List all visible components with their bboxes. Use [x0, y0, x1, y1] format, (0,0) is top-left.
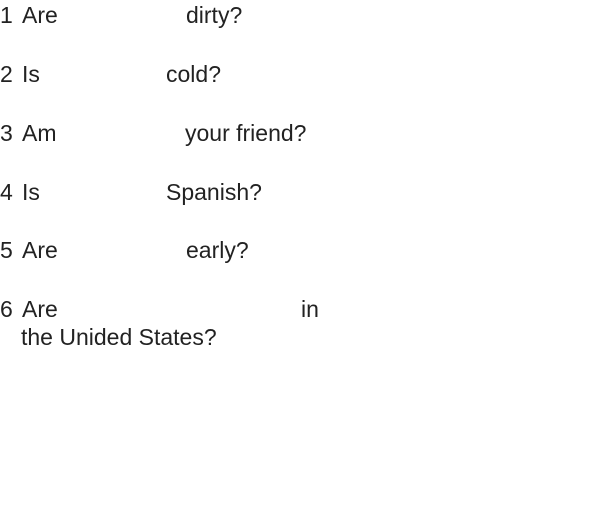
item-start-word: Are [22, 296, 58, 322]
item-start-word: Is [22, 179, 40, 205]
item-number: 6 [0, 296, 13, 322]
item-ending: dirty? [186, 2, 243, 28]
item-number: 5 [0, 237, 13, 263]
exercise-item: 3 Am your friend? [0, 119, 306, 147]
exercise-item: 6 Are in [0, 295, 319, 323]
item-ending: in [301, 296, 319, 322]
exercise-item: 1 Are dirty? [0, 1, 242, 29]
item-ending: your friend? [185, 120, 307, 146]
item-number: 1 [0, 2, 13, 28]
exercise-list: 1 Are dirty? 2 Is cold? 3 Am your friend? 4… [0, 0, 594, 532]
item-ending: early? [186, 237, 249, 263]
exercise-item: 4 Is Spanish? [0, 178, 262, 206]
item-number: 2 [0, 61, 13, 87]
exercise-item: 2 Is cold? [0, 60, 221, 88]
exercise-item: 5 Are early? [0, 236, 249, 264]
item-number: 4 [0, 179, 13, 205]
item-start-word: Are [22, 237, 58, 263]
item-start-word: Is [22, 61, 40, 87]
item-ending: cold? [166, 61, 221, 87]
item-number: 3 [0, 120, 13, 146]
item-ending: Spanish? [166, 179, 262, 205]
item-continuation: the Unided States? [21, 324, 217, 350]
item-start-word: Am [22, 120, 57, 146]
item-start-word: Are [22, 2, 58, 28]
